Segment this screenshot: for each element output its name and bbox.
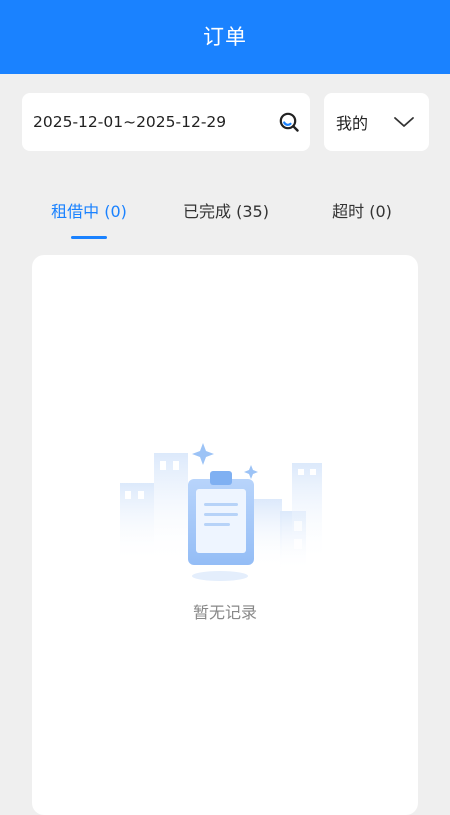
empty-state-message: 暂无记录	[192, 603, 257, 622]
chevron-down-icon	[394, 117, 414, 127]
order-list-card: 暂无记录	[32, 255, 418, 815]
scope-dropdown[interactable]: 我的	[324, 93, 429, 151]
order-tabs: 租借中 (0) 已完成 (35) 超时 (0)	[0, 188, 450, 244]
date-range-value: 2025-12-01~2025-12-29	[33, 113, 227, 131]
tab-timeout[interactable]: 超时 (0)	[322, 188, 402, 232]
active-tab-indicator	[71, 236, 107, 239]
date-range-field[interactable]: 2025-12-01~2025-12-29	[22, 93, 310, 151]
empty-clipboard-illustration	[120, 443, 322, 581]
app-header: 订单	[0, 0, 450, 74]
page-title: 订单	[203, 25, 247, 49]
tab-renting[interactable]: 租借中 (0)	[44, 188, 134, 232]
tab-completed[interactable]: 已完成 (35)	[176, 188, 276, 232]
scope-dropdown-value: 我的	[336, 114, 369, 133]
search-icon[interactable]	[278, 111, 300, 133]
